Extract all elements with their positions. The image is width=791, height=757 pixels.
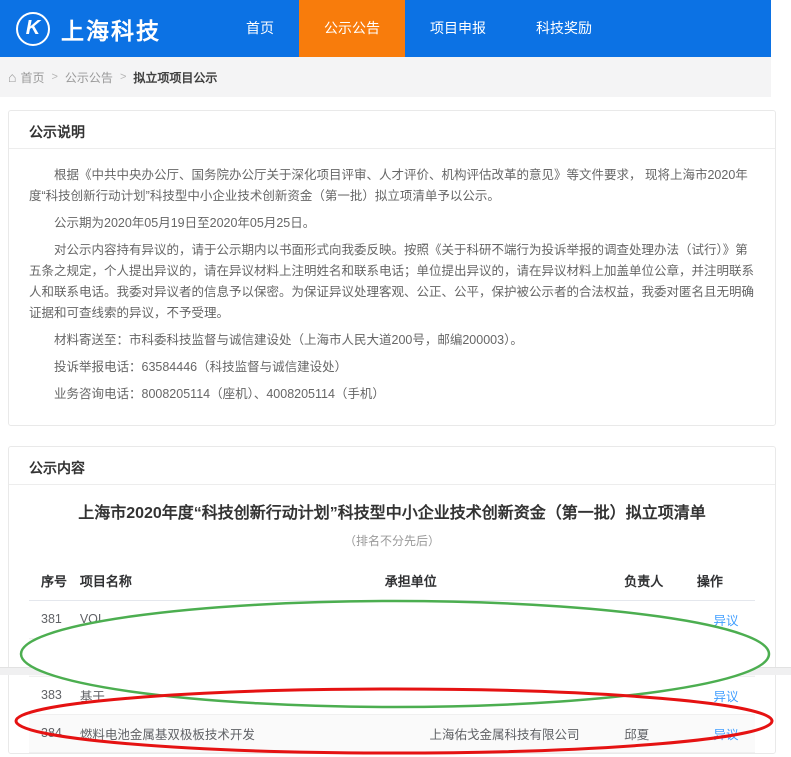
notice-card: 公示说明 根据《中共中央办公厅、国务院办公厅关于深化项目评审、人才评价、机构评估… bbox=[8, 110, 776, 426]
col-header-action: 操作 bbox=[696, 562, 755, 601]
notice-paragraph: 对公示内容持有异议的，请于公示期内以书面形式向我委反映。按照《关于科研不端行为投… bbox=[29, 243, 755, 320]
cell-person bbox=[624, 600, 697, 639]
cell-org bbox=[384, 676, 625, 715]
breadcrumb: ⌂ 首页 > 公示公告 > 拟立项项目公示 bbox=[0, 57, 771, 97]
table-row-384: 384 燃料电池金属基双极板技术开发 上海佑戈金属科技有限公司 邱夏 异议 bbox=[29, 714, 755, 753]
objection-link[interactable]: 异议 bbox=[713, 690, 738, 704]
table-row-383: 383 基于 异议 bbox=[29, 676, 755, 715]
table-header-row: 序号 项目名称 承担单位 负责人 操作 bbox=[29, 562, 755, 601]
breadcrumb-announcements[interactable]: 公示公告 bbox=[65, 69, 113, 86]
logo-letter: K bbox=[25, 17, 41, 39]
home-icon: ⌂ bbox=[8, 69, 17, 85]
cell-project-name: 基于 bbox=[79, 676, 385, 715]
nav-item-project-application[interactable]: 项目申报 bbox=[405, 0, 511, 57]
list-subtitle: （排名不分先后） bbox=[343, 534, 440, 548]
col-header-org: 承担单位 bbox=[384, 562, 625, 601]
cell-person: 邱夏 bbox=[624, 714, 697, 753]
notice-paragraph: 根据《中共中央办公厅、国务院办公厅关于深化项目评审、人才评价、机构评估改革的意见… bbox=[29, 168, 748, 203]
content-card-body: 上海市2020年度“科技创新行动计划”科技型中小企业技术创新资金（第一批）拟立项… bbox=[9, 485, 775, 753]
cell-person bbox=[624, 676, 697, 715]
col-header-person: 负责人 bbox=[624, 562, 697, 601]
cell-org bbox=[384, 600, 625, 639]
col-header-no: 序号 bbox=[29, 562, 80, 601]
navbar: K 上海科技 首页 公示公告 项目申报 科技奖励 bbox=[0, 0, 771, 57]
cell-project-name: 燃料电池金属基双极板技术开发 bbox=[79, 714, 385, 753]
nav-item-sci-tech-awards[interactable]: 科技奖励 bbox=[511, 0, 617, 57]
notice-card-title: 公示说明 bbox=[9, 111, 775, 149]
breadcrumb-home[interactable]: 首页 bbox=[20, 69, 44, 86]
col-header-name: 项目名称 bbox=[79, 562, 385, 601]
brand-logo[interactable]: K 上海科技 bbox=[16, 11, 161, 46]
notice-period: 公示期为2020年05月19日至2020年05月25日。 bbox=[54, 216, 316, 230]
cell-no: 383 bbox=[29, 676, 80, 715]
breadcrumb-current: 拟立项项目公示 bbox=[133, 70, 218, 85]
business-phone: 业务咨询电话：8008205114（座机）、4008205114（手机） bbox=[54, 387, 385, 401]
brand-name: 上海科技 bbox=[61, 17, 161, 44]
cell-project-name: VOI bbox=[79, 600, 385, 639]
cell-no: 381 bbox=[29, 600, 80, 639]
notice-text: 根据《中共中央办公厅、国务院办公厅关于深化项目评审、人才评价、机构评估改革的意见… bbox=[9, 149, 775, 425]
complaint-phone: 投诉举报电话：63584446（科技监督与诚信建设处） bbox=[54, 360, 348, 374]
objection-link[interactable]: 异议 bbox=[713, 652, 738, 666]
mailing-address: 材料寄送至：市科委科技监督与诚信建设处（上海市人民大道200号，邮编200003… bbox=[54, 333, 523, 347]
cell-no: 384 bbox=[29, 714, 80, 753]
k-logo-icon: K bbox=[16, 11, 50, 46]
footer-strip bbox=[0, 667, 791, 675]
nav-menu: 首页 公示公告 项目申报 科技奖励 bbox=[221, 0, 617, 57]
content-card: 公示内容 上海市2020年度“科技创新行动计划”科技型中小企业技术创新资金（第一… bbox=[8, 446, 776, 755]
objection-link[interactable]: 异议 bbox=[713, 728, 738, 742]
objection-link[interactable]: 异议 bbox=[713, 614, 738, 628]
breadcrumb-separator: > bbox=[119, 71, 127, 83]
cell-org: 上海佑戈金属科技有限公司 bbox=[384, 714, 625, 753]
main-content: 公示说明 根据《中共中央办公厅、国务院办公厅关于深化项目评审、人才评价、机构评估… bbox=[0, 97, 776, 755]
table-row-381: 381 VOI 异议 bbox=[29, 600, 755, 639]
nav-item-announcements[interactable]: 公示公告 bbox=[299, 0, 405, 57]
content-card-title: 公示内容 bbox=[9, 447, 775, 485]
breadcrumb-separator: > bbox=[51, 71, 58, 83]
project-table: 序号 项目名称 承担单位 负责人 操作 381 VOI 异议 382 异议 38… bbox=[29, 562, 755, 753]
list-title: 上海市2020年度“科技创新行动计划”科技型中小企业技术创新资金（第一批）拟立项… bbox=[78, 505, 706, 522]
page: K 上海科技 首页 公示公告 项目申报 科技奖励 ⌂ 首页 > 公示公告 > 拟… bbox=[0, 0, 776, 755]
nav-item-home[interactable]: 首页 bbox=[221, 0, 299, 57]
